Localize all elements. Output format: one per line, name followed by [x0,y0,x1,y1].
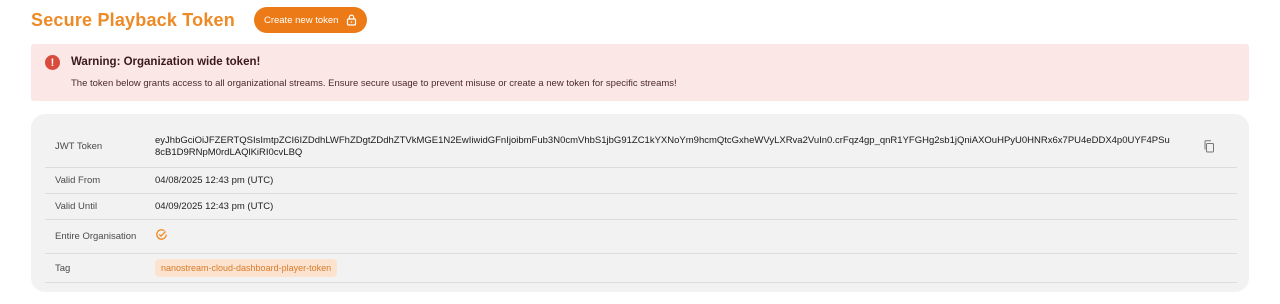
check-circle-icon [155,229,168,244]
valid-until-value: 04/09/2025 12:43 pm (UTC) [155,200,274,212]
token-details-table: JWT Token eyJhbGciOiJFZERTQSIsImtpZCI6IZ… [45,126,1237,283]
row-label: Valid From [55,175,101,186]
row-label: Entire Organisation [55,231,137,242]
warning-message: The token below grants access to all org… [71,78,677,89]
token-details-card: JWT Token eyJhbGciOiJFZERTQSIsImtpZCI6IZ… [31,114,1249,292]
page-title: Secure Playback Token [31,9,235,30]
create-new-token-button[interactable]: Create new token [253,7,368,33]
tag-chip: nanostream-cloud-dashboard-player-token [155,259,338,277]
jwt-token-value: eyJhbGciOiJFZERTQSIsImtpZCI6IZDdhLWFhZDg… [155,134,1170,158]
warning-title: Warning: Organization wide token! [71,56,261,68]
row-label: JWT Token [55,141,103,152]
table-row: JWT Token eyJhbGciOiJFZERTQSIsImtpZCI6IZ… [45,126,1237,168]
copy-icon[interactable] [1203,140,1215,153]
row-label: Valid Until [55,201,98,212]
table-row: Valid From 04/08/2025 12:43 pm (UTC) [45,168,1237,194]
page-header: Secure Playback Token Create new token [31,6,368,34]
row-label: Tag [55,262,71,274]
table-row: Entire Organisation [45,220,1237,254]
table-row: Valid Until 04/09/2025 12:43 pm (UTC) [45,194,1237,220]
create-new-token-label: Create new token [263,14,339,26]
warning-banner: ! Warning: Organization wide token! The … [31,44,1249,101]
valid-from-value: 04/08/2025 12:43 pm (UTC) [155,174,274,186]
entire-organisation-value [155,228,1237,245]
table-row: Tag nanostream-cloud-dashboard-player-to… [45,254,1237,283]
lock-icon [346,14,357,26]
exclamation-icon: ! [45,55,60,70]
